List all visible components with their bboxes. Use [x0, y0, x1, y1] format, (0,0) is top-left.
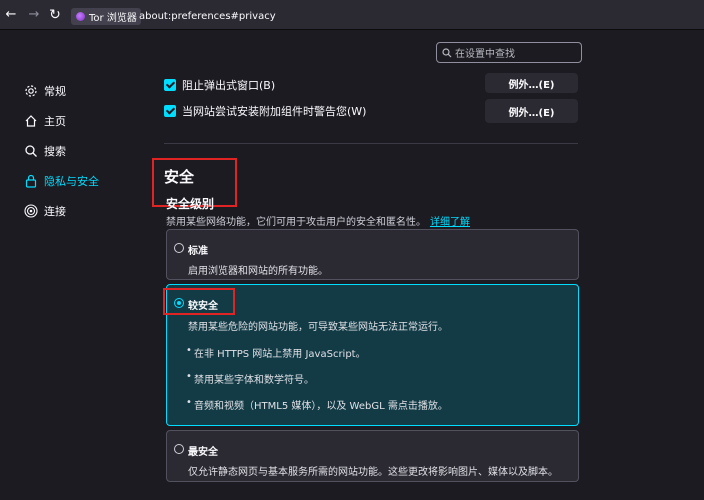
- option-description: 仅允许静态网页与基本服务所需的网站功能。这些更改将影响图片、媒体以及脚本。: [188, 467, 558, 478]
- section-divider: [164, 143, 578, 144]
- gear-icon: [25, 85, 37, 97]
- sidebar-item-label: 隐私与安全: [44, 175, 99, 188]
- sidebar-item-connection[interactable]: 连接: [24, 200, 66, 222]
- addons-exceptions-button[interactable]: 例外…(E): [485, 99, 578, 123]
- block-popups-checkbox-row[interactable]: 阻止弹出式窗口(B): [164, 74, 275, 96]
- settings-search-input[interactable]: 在设置中查找: [436, 42, 582, 63]
- option-title: 标准: [188, 246, 208, 257]
- identity-label: Tor 浏览器: [89, 13, 137, 24]
- connection-icon: [24, 204, 38, 218]
- radio-safest[interactable]: [174, 444, 184, 454]
- radio-standard[interactable]: [174, 243, 184, 253]
- lock-icon: [25, 174, 37, 188]
- sidebar-item-home[interactable]: 主页: [24, 110, 66, 132]
- search-icon: [25, 145, 37, 157]
- block-popups-label: 阻止弹出式窗口(B): [182, 79, 276, 92]
- option-title: 最安全: [188, 447, 218, 458]
- sidebar-item-privacy[interactable]: 隐私与安全: [24, 170, 99, 192]
- checkbox-checked[interactable]: [164, 105, 176, 117]
- sidebar-item-label: 搜索: [44, 145, 66, 158]
- home-icon: [25, 115, 37, 127]
- security-option-safest[interactable]: 最安全 仅允许静态网页与基本服务所需的网站功能。这些更改将影响图片、媒体以及脚本…: [166, 430, 579, 482]
- learn-more-link[interactable]: 详细了解: [430, 217, 470, 228]
- security-option-standard[interactable]: 标准 启用浏览器和网站的所有功能。: [166, 229, 579, 280]
- browser-toolbar: ← → ↻ Tor 浏览器 about:preferences#privacy: [0, 0, 704, 30]
- sidebar-item-label: 主页: [44, 115, 66, 128]
- security-level-description: 禁用某些网络功能，它们可用于攻击用户的安全和匿名性。 详细了解: [166, 213, 470, 228]
- tor-logo-icon: [76, 12, 85, 21]
- sidebar-item-label: 常规: [44, 85, 66, 98]
- option-description: 禁用某些危险的网站功能，可导致某些网站无法正常运行。: [188, 322, 448, 333]
- addons-warning-checkbox-row[interactable]: 当网站尝试安装附加组件时警告您(W): [164, 100, 366, 122]
- search-icon: [442, 47, 452, 57]
- option-bullet: 在非 HTTPS 网站上禁用 JavaScript。: [186, 345, 366, 360]
- identity-badge[interactable]: Tor 浏览器: [71, 8, 141, 25]
- forward-arrow-icon[interactable]: →: [25, 6, 43, 24]
- security-level-title: 安全级别: [166, 197, 215, 211]
- url-bar[interactable]: about:preferences#privacy: [139, 11, 276, 22]
- addons-warning-label: 当网站尝试安装附加组件时警告您(W): [182, 105, 367, 118]
- search-placeholder: 在设置中查找: [455, 49, 515, 60]
- sidebar-item-search[interactable]: 搜索: [24, 140, 66, 162]
- popup-exceptions-button[interactable]: 例外…(E): [485, 73, 578, 93]
- option-bullet: 禁用某些字体和数学符号。: [186, 371, 314, 386]
- highlight-box: [163, 288, 235, 315]
- back-arrow-icon[interactable]: ←: [2, 6, 20, 24]
- sidebar-item-general[interactable]: 常规: [24, 80, 66, 102]
- reload-icon[interactable]: ↻: [46, 6, 64, 24]
- option-bullet: 音频和视频（HTML5 媒体），以及 WebGL 需点击播放。: [186, 397, 448, 412]
- security-level-desc-text: 禁用某些网络功能，它们可用于攻击用户的安全和匿名性。: [166, 217, 426, 228]
- checkbox-checked[interactable]: [164, 79, 176, 91]
- sidebar-item-label: 连接: [44, 205, 66, 218]
- option-description: 启用浏览器和网站的所有功能。: [188, 266, 328, 277]
